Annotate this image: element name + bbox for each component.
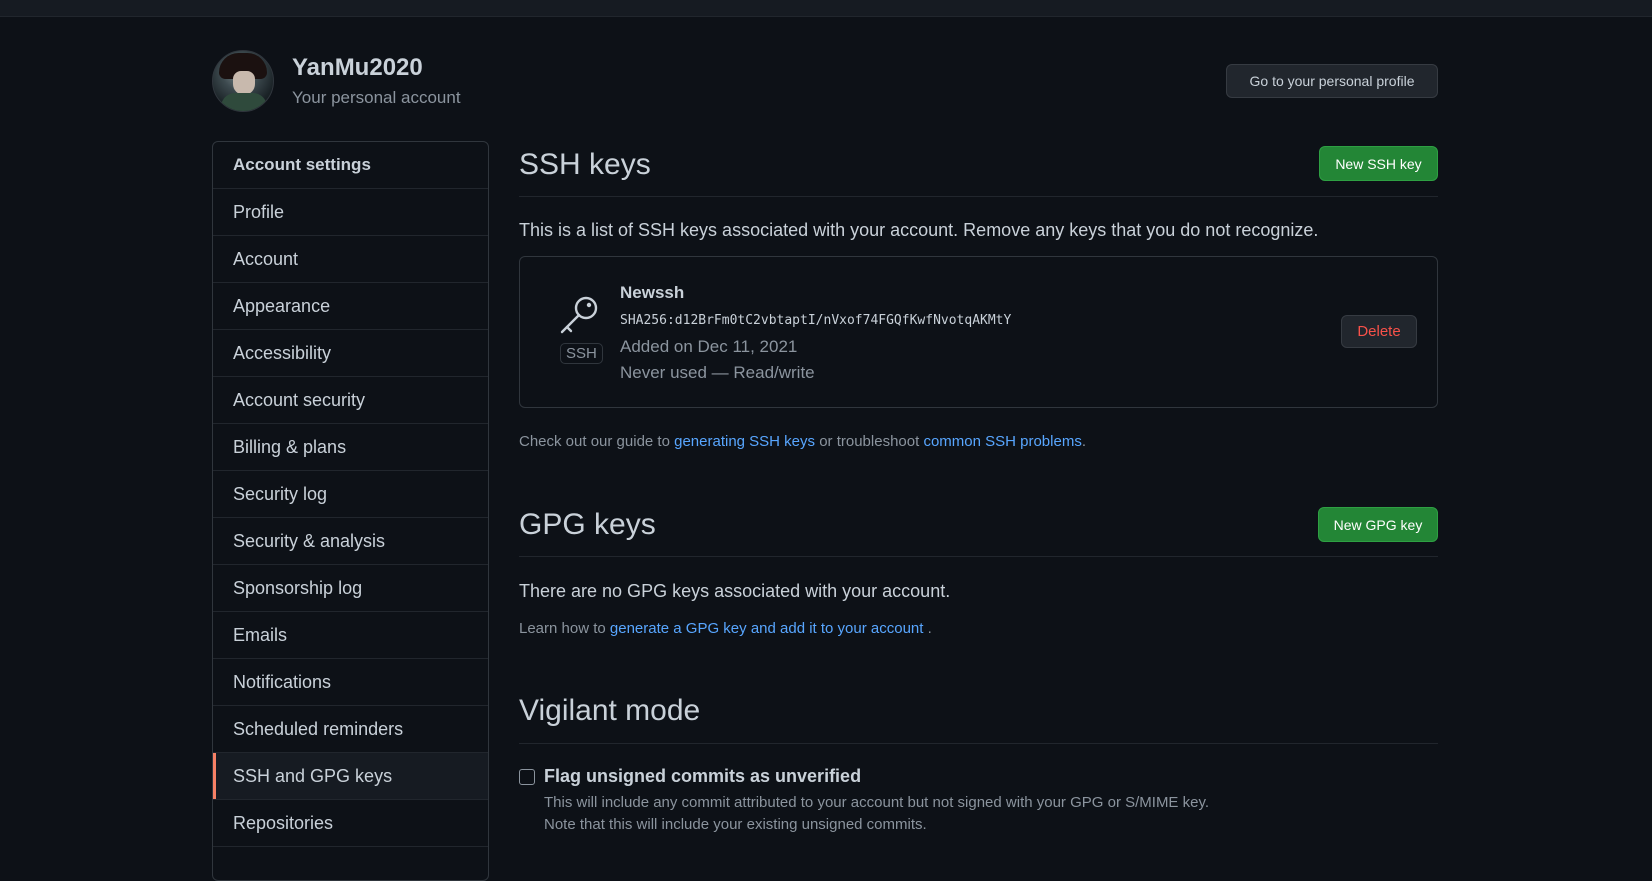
- sidebar-heading: Account settings: [213, 142, 488, 189]
- vigilant-note-1: This will include any commit attributed …: [544, 794, 1210, 811]
- sidebar-item-account[interactable]: Account: [213, 236, 488, 283]
- gpg-keys-title: GPG keys: [519, 508, 656, 541]
- flag-unsigned-commits-label[interactable]: Flag unsigned commits as unverified: [544, 766, 861, 787]
- sidebar-item-account-security[interactable]: Account security: [213, 377, 488, 424]
- sidebar-item-scheduled-reminders[interactable]: Scheduled reminders: [213, 706, 488, 753]
- sidebar-item-billing[interactable]: Billing & plans: [213, 424, 488, 471]
- settings-sidebar: Account settings Profile Account Appeara…: [212, 141, 489, 881]
- account-type-label: Your personal account: [292, 88, 461, 107]
- sidebar-item-repositories[interactable]: Repositories: [213, 800, 488, 847]
- ssh-badge: SSH: [560, 343, 603, 364]
- sidebar-item-notifications[interactable]: Notifications: [213, 659, 488, 706]
- sidebar-item-accessibility[interactable]: Accessibility: [213, 330, 488, 377]
- sidebar-item-security-analysis[interactable]: Security & analysis: [213, 518, 488, 565]
- sidebar-item-security-log[interactable]: Security log: [213, 471, 488, 518]
- gpg-learn-text: Learn how to generate a GPG key and add …: [519, 620, 932, 637]
- ssh-key-name: Newssh: [620, 283, 685, 302]
- ssh-divider: [519, 196, 1438, 197]
- new-ssh-key-button[interactable]: New SSH key: [1319, 146, 1438, 181]
- ssh-key-added-date: Added on Dec 11, 2021: [620, 337, 798, 356]
- generating-ssh-keys-link[interactable]: generating SSH keys: [674, 433, 815, 450]
- sidebar-item-emails[interactable]: Emails: [213, 612, 488, 659]
- key-icon: [558, 293, 602, 342]
- ssh-description: This is a list of SSH keys associated wi…: [519, 220, 1319, 240]
- sidebar-item-appearance[interactable]: Appearance: [213, 283, 488, 330]
- ssh-key-fingerprint: SHA256:d12BrFm0tC2vbtaptI/nVxof74FGQfKwf…: [620, 313, 1012, 328]
- sidebar-item-ssh-gpg-keys[interactable]: SSH and GPG keys: [213, 753, 488, 800]
- vigilant-mode-title: Vigilant mode: [519, 694, 701, 727]
- gpg-divider: [519, 556, 1438, 557]
- gpg-empty-text: There are no GPG keys associated with yo…: [519, 581, 951, 601]
- top-navigation-bar: [0, 0, 1652, 17]
- ssh-key-usage: Never used — Read/write: [620, 363, 815, 382]
- ssh-keys-title: SSH keys: [519, 148, 651, 181]
- account-header: YanMu2020 Your personal account Go to yo…: [212, 50, 1438, 114]
- vigilant-note-2: Note that this will include your existin…: [544, 816, 927, 833]
- ssh-guide-text: Check out our guide to generating SSH ke…: [519, 433, 1086, 450]
- delete-ssh-key-button[interactable]: Delete: [1341, 315, 1417, 348]
- ssh-key-card: SSH Newssh SHA256:d12BrFm0tC2vbtaptI/nVx…: [519, 256, 1438, 408]
- username[interactable]: YanMu2020: [292, 54, 423, 82]
- flag-unsigned-commits-checkbox[interactable]: [519, 769, 535, 785]
- new-gpg-key-button[interactable]: New GPG key: [1318, 507, 1438, 542]
- vigilant-divider: [519, 743, 1438, 744]
- sidebar-item-sponsorship-log[interactable]: Sponsorship log: [213, 565, 488, 612]
- go-to-profile-button[interactable]: Go to your personal profile: [1226, 64, 1438, 98]
- avatar[interactable]: [212, 50, 274, 112]
- common-ssh-problems-link[interactable]: common SSH problems: [923, 433, 1081, 450]
- generate-gpg-key-link[interactable]: generate a GPG key and add it to your ac…: [610, 620, 924, 637]
- sidebar-item-profile[interactable]: Profile: [213, 189, 488, 236]
